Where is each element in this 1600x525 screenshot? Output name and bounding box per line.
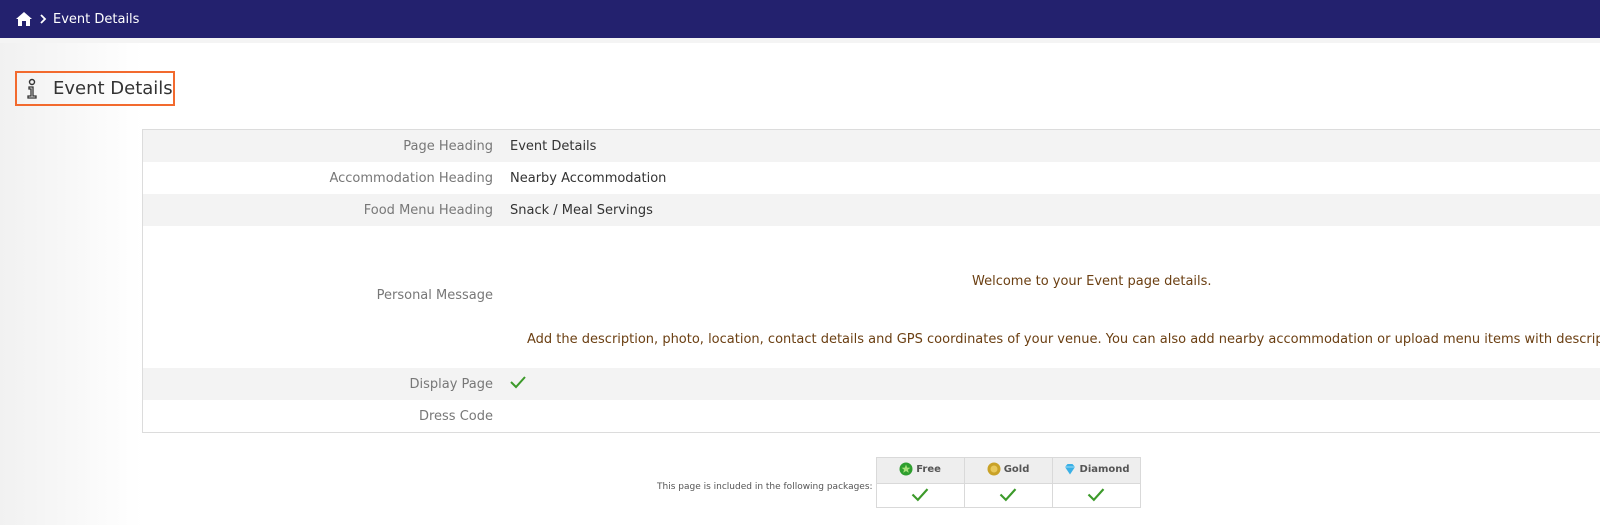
- row-value: Snack / Meal Servings: [510, 202, 653, 218]
- diamond-icon: [1063, 462, 1077, 476]
- star-badge-icon: [899, 462, 913, 476]
- row-value: [510, 375, 526, 393]
- message-welcome: Welcome to your Event page details.: [972, 274, 1212, 289]
- detail-row-dress-code: Dress Code: [143, 400, 1600, 432]
- row-value: Nearby Accommodation: [510, 170, 667, 186]
- package-name: Diamond: [1079, 463, 1130, 475]
- divider: [0, 38, 1600, 43]
- detail-row-display-page: Display Page: [143, 368, 1600, 400]
- package-header-gold: Gold: [963, 457, 1053, 484]
- package-name: Free: [916, 463, 941, 475]
- row-value: Event Details: [510, 138, 597, 154]
- top-nav-bar: Event Details: [0, 0, 1600, 38]
- detail-row-food-menu-heading: Food Menu Heading Snack / Meal Servings: [143, 194, 1600, 226]
- left-gutter: [0, 38, 143, 525]
- check-icon: [999, 487, 1017, 501]
- info-icon: [25, 78, 39, 100]
- check-icon: [1087, 487, 1105, 501]
- packages-table: Free Gold Diamond: [875, 457, 1141, 508]
- package-included-gold: [963, 483, 1053, 508]
- chevron-right-icon: [39, 14, 47, 24]
- page-title: Event Details: [53, 78, 173, 99]
- row-label: Personal Message: [376, 288, 493, 303]
- packages-label: This page is included in the following p…: [657, 481, 873, 492]
- row-label: Dress Code: [418, 408, 493, 424]
- package-included-free: [875, 483, 965, 508]
- row-label: Display Page: [409, 376, 493, 392]
- home-icon[interactable]: [15, 10, 33, 28]
- package-header-diamond: Diamond: [1051, 457, 1141, 484]
- breadcrumb-current: Event Details: [53, 11, 140, 27]
- package-header-free: Free: [875, 457, 965, 484]
- detail-row-page-heading: Page Heading Event Details: [143, 130, 1600, 162]
- page-title-box: Event Details: [15, 71, 175, 106]
- message-body: Add the description, photo, location, co…: [527, 332, 1600, 347]
- row-label: Food Menu Heading: [363, 202, 493, 218]
- check-icon: [911, 487, 929, 501]
- package-name: Gold: [1003, 463, 1030, 475]
- details-table: Page Heading Event Details Accommodation…: [142, 129, 1600, 433]
- row-label: Accommodation Heading: [329, 170, 493, 186]
- packages-info: This page is included in the following p…: [657, 457, 1141, 508]
- row-label: Page Heading: [403, 138, 493, 154]
- gold-medal-icon: [987, 462, 1001, 476]
- package-included-diamond: [1051, 483, 1141, 508]
- check-icon: [510, 375, 526, 389]
- detail-row-personal-message: Personal Message Welcome to your Event p…: [143, 226, 1600, 368]
- detail-row-accommodation-heading: Accommodation Heading Nearby Accommodati…: [143, 162, 1600, 194]
